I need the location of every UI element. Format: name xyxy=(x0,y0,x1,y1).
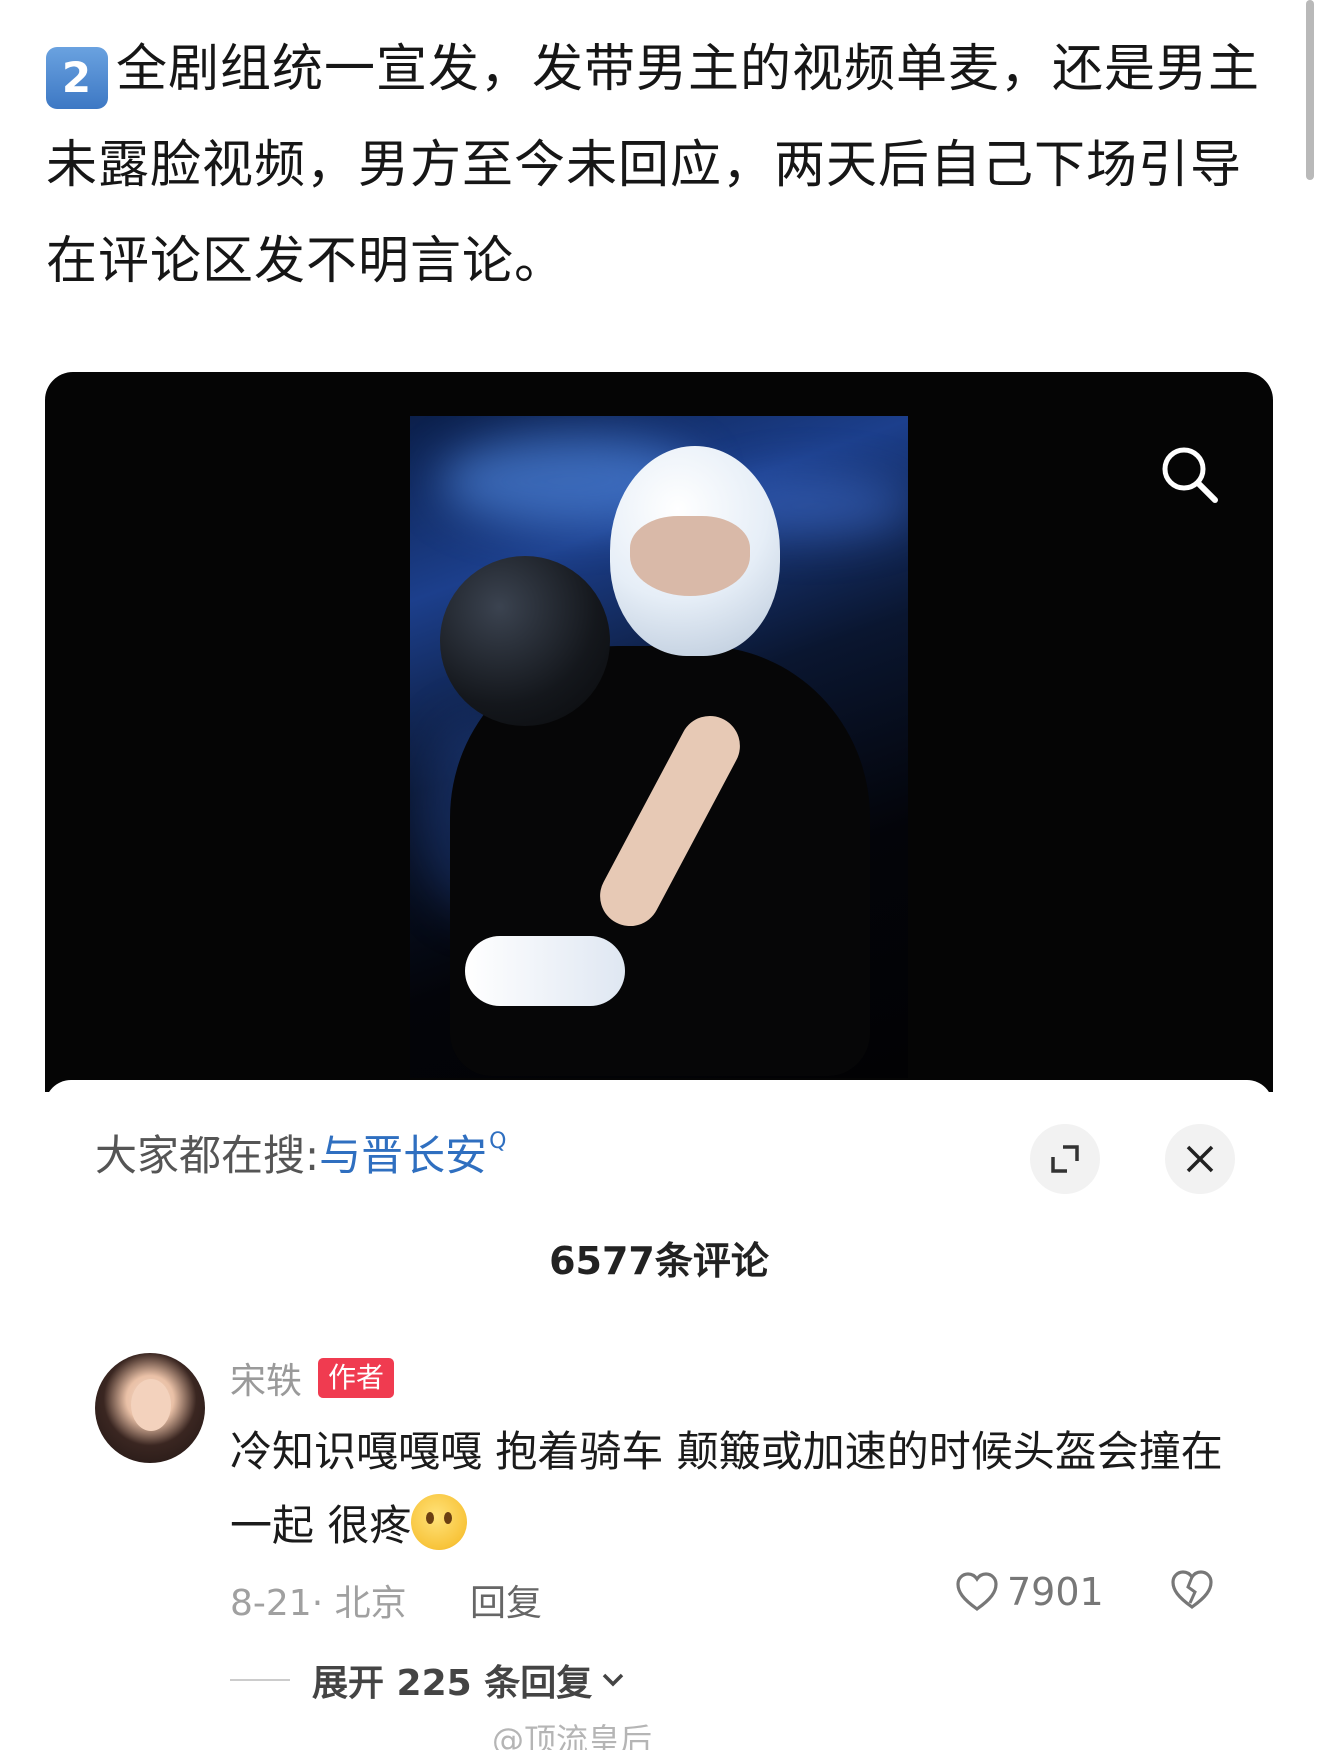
scrollbar[interactable] xyxy=(1306,0,1314,180)
crying-face-emoji xyxy=(411,1494,468,1550)
close-icon xyxy=(1186,1145,1214,1173)
black-helmet xyxy=(440,556,610,726)
watermark: @顶流皇后 xyxy=(492,1721,653,1750)
helmet-visor xyxy=(630,516,750,596)
expand-button[interactable] xyxy=(1030,1124,1100,1194)
close-button[interactable] xyxy=(1165,1124,1235,1194)
search-icon xyxy=(1162,447,1218,503)
white-helmet-carried xyxy=(465,936,625,1006)
expand-replies-label: 展开 225 条回复 xyxy=(312,1663,593,1704)
comment-date-location: 8-21· 北京 xyxy=(230,1583,407,1624)
dislike-button[interactable] xyxy=(1170,1570,1214,1614)
trending-search-term[interactable]: 与晋长安 xyxy=(319,1131,487,1180)
comment-body: 冷知识嘎嘎嘎 抱着骑车 颠簸或加速的时候头盔会撞在一起 很疼 xyxy=(230,1415,1230,1563)
like-button[interactable]: 7901 xyxy=(955,1570,1104,1614)
reply-button[interactable]: 回复 xyxy=(470,1574,542,1626)
divider-line xyxy=(230,1679,290,1681)
video-frame[interactable] xyxy=(410,416,908,1078)
trending-search-prefix: 大家都在搜: xyxy=(95,1131,320,1180)
broken-heart-icon xyxy=(1171,1570,1213,1609)
screenshot-page: 2 全剧组统一宣发，发带男主的视频单麦，还是男主未露脸视频，男方至今未回应，两天后… xyxy=(0,0,1320,1750)
chevron-down-icon xyxy=(602,1673,624,1687)
expand-icon xyxy=(1051,1145,1079,1173)
comment-count: 6577条评论 xyxy=(549,1239,769,1283)
heart-icon xyxy=(956,1572,998,1611)
avatar-face xyxy=(131,1379,171,1431)
search-term-icon: Q xyxy=(489,1129,507,1154)
avatar[interactable] xyxy=(95,1353,205,1463)
expand-replies[interactable]: 展开 225 条回复 xyxy=(230,1654,626,1706)
author-badge: 作者 xyxy=(318,1358,395,1398)
post-text: 全剧组统一宣发，发带男主的视频单麦，还是男主未露脸视频，男方至今未回应，两天后自… xyxy=(46,40,1261,291)
comment-panel: 大家都在搜:与晋长安Q 6577条评论 宋轶 作者 冷知识嘎嘎嘎 抱着骑车 颠簸… xyxy=(45,1080,1273,1750)
post-text-block: 2 全剧组统一宣发，发带男主的视频单麦，还是男主未露脸视频，男方至今未回应，两天后… xyxy=(46,22,1276,310)
like-count: 7901 xyxy=(1007,1570,1104,1614)
comment-user-row: 宋轶 作者 xyxy=(230,1352,395,1404)
trending-search: 大家都在搜:与晋长安Q xyxy=(95,1122,507,1183)
video-card[interactable] xyxy=(45,372,1273,1092)
comment-user-name[interactable]: 宋轶 xyxy=(230,1352,302,1404)
number-badge: 2 xyxy=(46,47,108,109)
search-button[interactable] xyxy=(1155,440,1225,510)
comment-text: 冷知识嘎嘎嘎 抱着骑车 颠簸或加速的时候头盔会撞在一起 很疼 xyxy=(230,1427,1223,1550)
